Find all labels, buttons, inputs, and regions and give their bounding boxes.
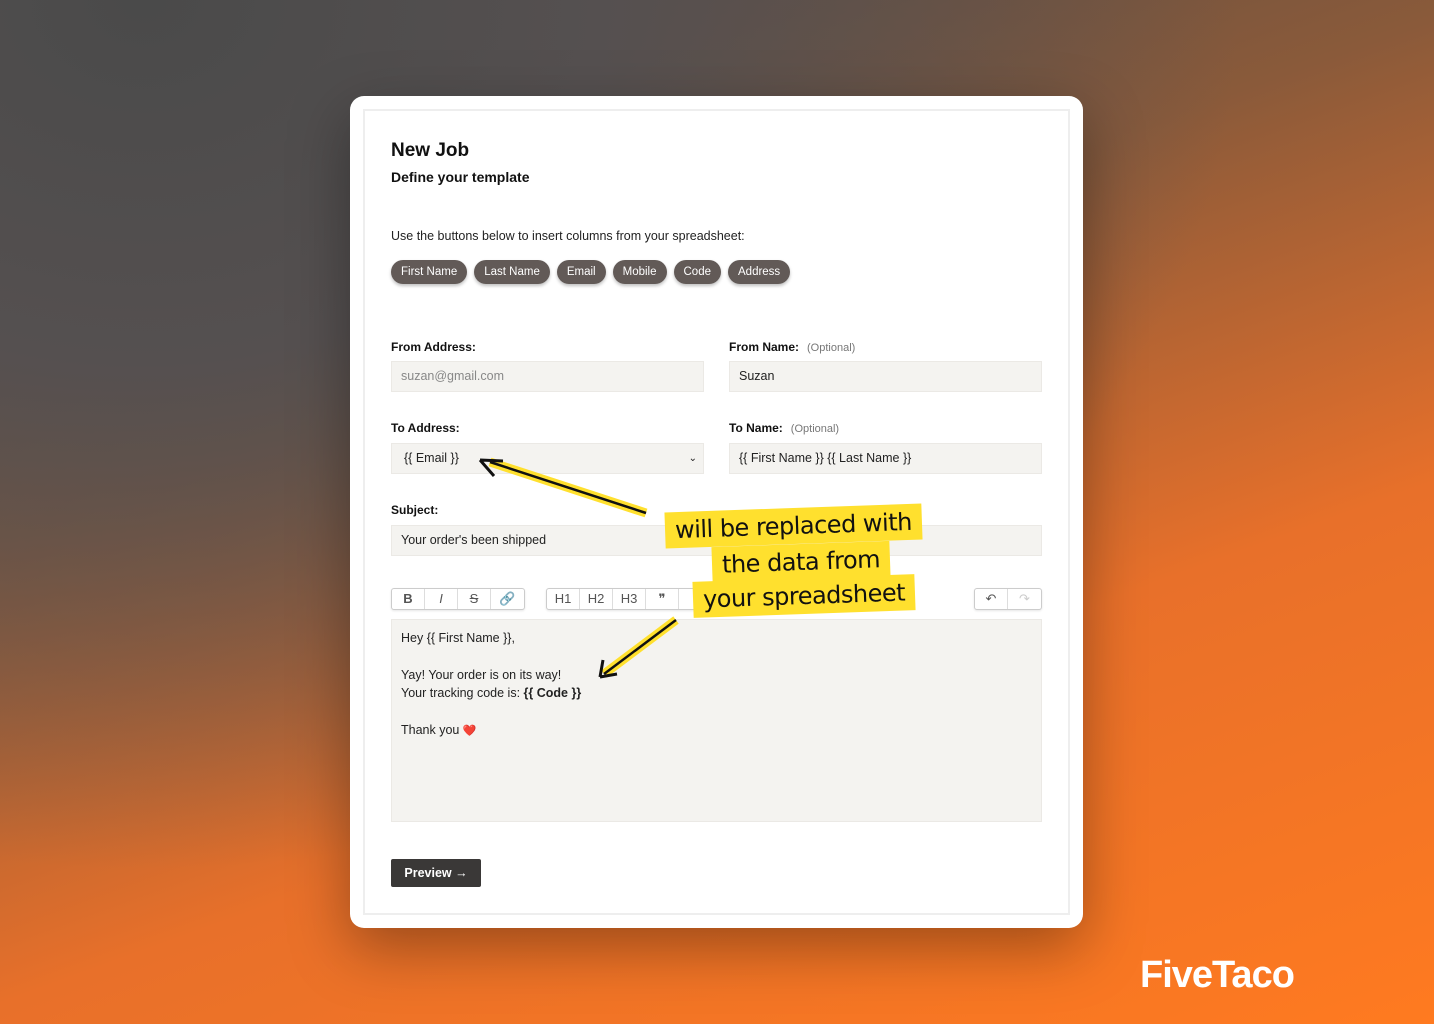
arrow-to-email-icon — [478, 457, 648, 518]
arrow-to-code-icon — [598, 616, 679, 679]
fivetaco-logo: FiveTaco — [1140, 954, 1295, 996]
